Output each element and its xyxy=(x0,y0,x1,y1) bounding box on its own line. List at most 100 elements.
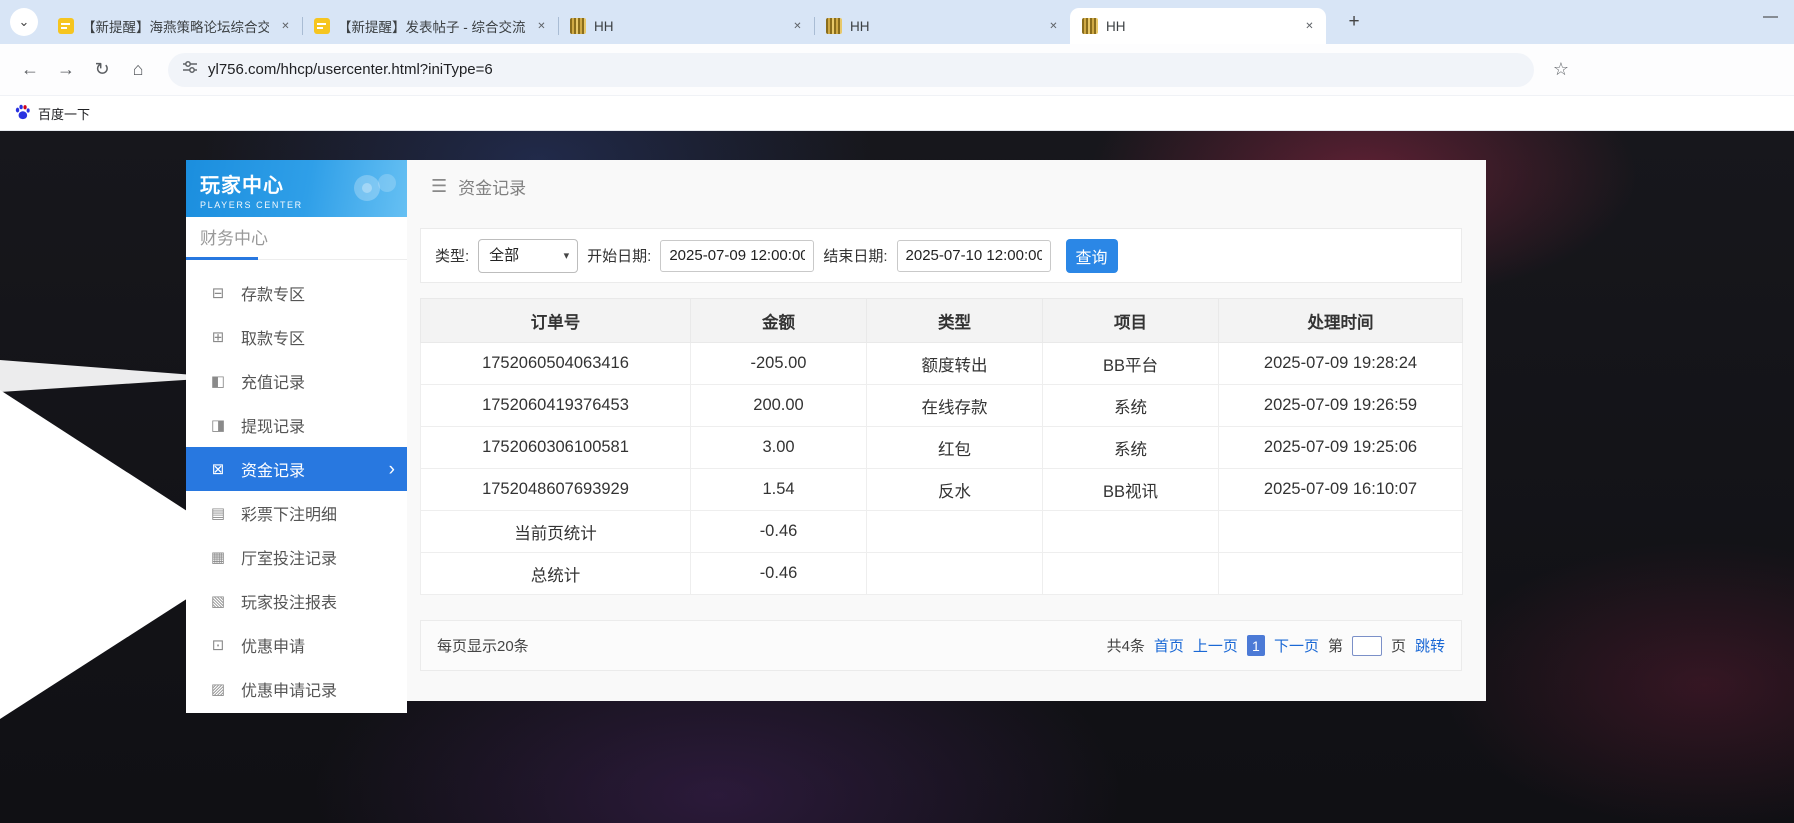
tab-close-icon[interactable]: ✕ xyxy=(1301,18,1318,35)
browser-window: ⌄ 【新提醒】海燕策略论坛综合交 ✕ 【新提醒】发表帖子 - 综合交流 ✕ HH… xyxy=(0,0,1794,823)
cell-summary-label: 总统计 xyxy=(421,553,691,595)
jump-page-input[interactable] xyxy=(1352,636,1382,656)
sidebar-item-lottery-bet-detail[interactable]: ▤ 彩票下注明细 xyxy=(186,491,407,535)
sidebar-item-hall-bet-record[interactable]: ▦ 厅室投注记录 xyxy=(186,535,407,579)
sidebar-item-fund-record[interactable]: ⊠ 资金记录 › xyxy=(186,447,407,491)
tab-search-button[interactable]: ⌄ xyxy=(10,8,38,36)
sidebar-item-label: 彩票下注明细 xyxy=(241,501,337,525)
tab-close-icon[interactable]: ✕ xyxy=(277,18,294,35)
browser-tab[interactable]: 【新提醒】海燕策略论坛综合交 ✕ xyxy=(46,8,302,44)
minimize-button[interactable]: — xyxy=(1763,8,1778,25)
cell-time: 2025-07-09 16:10:07 xyxy=(1219,469,1463,511)
records-table: 订单号 金额 类型 项目 处理时间 1752060504063416 -205.… xyxy=(420,298,1463,595)
cell-project: 系统 xyxy=(1043,385,1219,427)
address-bar[interactable]: yl756.com/hhcp/usercenter.html?iniType=6 xyxy=(168,53,1534,87)
url-text: yl756.com/hhcp/usercenter.html?iniType=6 xyxy=(208,61,493,78)
jump-button[interactable]: 跳转 xyxy=(1415,635,1445,656)
start-date-input[interactable] xyxy=(660,240,814,272)
hh-favicon-icon xyxy=(570,18,586,34)
search-button[interactable]: 查询 xyxy=(1066,239,1118,273)
bookmark-item-baidu[interactable]: 百度一下 xyxy=(14,103,90,123)
site-settings-icon[interactable] xyxy=(182,59,198,80)
page-size-text: 每页显示20条 xyxy=(437,635,529,656)
tab-title: 【新提醒】发表帖子 - 综合交流 xyxy=(338,16,525,36)
table-row: 1752048607693929 1.54 反水 BB视讯 2025-07-09… xyxy=(421,469,1463,511)
current-page[interactable]: 1 xyxy=(1247,635,1265,656)
cell-time: 2025-07-09 19:28:24 xyxy=(1219,343,1463,385)
pagination-bar: 每页显示20条 共4条 首页 上一页 1 下一页 第 页 跳转 xyxy=(420,620,1462,671)
browser-tab[interactable]: HH ✕ xyxy=(814,8,1070,44)
cell-project: BB平台 xyxy=(1043,343,1219,385)
sidebar-item-recharge-record[interactable]: ◧ 充值记录 xyxy=(186,359,407,403)
type-select[interactable]: 全部 xyxy=(478,239,578,273)
table-row: 1752060419376453 200.00 在线存款 系统 2025-07-… xyxy=(421,385,1463,427)
sidebar-item-promo-apply[interactable]: ⊡ 优惠申请 xyxy=(186,623,407,667)
page-header: ☰ 资金记录 xyxy=(407,160,1486,212)
jump-prefix-label: 第 xyxy=(1328,635,1343,656)
total-count: 共4条 xyxy=(1107,635,1145,656)
end-date-input[interactable] xyxy=(897,240,1051,272)
jump-suffix-label: 页 xyxy=(1391,635,1406,656)
sidebar-item-label: 优惠申请记录 xyxy=(241,677,337,701)
tab-title: HH xyxy=(1106,19,1293,34)
sidebar-menu: ⊟ 存款专区 ⊞ 取款专区 ◧ 充值记录 ◨ 提现记录 ⊠ 资金记录 xyxy=(186,260,407,711)
tabs-container: 【新提醒】海燕策略论坛综合交 ✕ 【新提醒】发表帖子 - 综合交流 ✕ HH ✕… xyxy=(46,0,1326,44)
sidebar-item-promo-apply-record[interactable]: ▨ 优惠申请记录 xyxy=(186,667,407,711)
sidebar-item-player-bet-report[interactable]: ▧ 玩家投注报表 xyxy=(186,579,407,623)
col-time: 处理时间 xyxy=(1219,299,1463,343)
cell-time: 2025-07-09 19:26:59 xyxy=(1219,385,1463,427)
tab-close-icon[interactable]: ✕ xyxy=(789,18,806,35)
col-type: 类型 xyxy=(867,299,1043,343)
cell-type: 反水 xyxy=(867,469,1043,511)
cell-amount: -205.00 xyxy=(691,343,867,385)
table-row-page-summary: 当前页统计 -0.46 xyxy=(421,511,1463,553)
hh-favicon-icon xyxy=(826,18,842,34)
table-row-total-summary: 总统计 -0.46 xyxy=(421,553,1463,595)
bookmark-label: 百度一下 xyxy=(38,104,90,123)
tab-close-icon[interactable]: ✕ xyxy=(533,18,550,35)
cell-amount: 3.00 xyxy=(691,427,867,469)
next-page-link[interactable]: 下一页 xyxy=(1274,635,1319,656)
bookmark-star-icon[interactable]: ☆ xyxy=(1546,55,1576,85)
sidebar-item-label: 资金记录 xyxy=(241,457,305,481)
sidebar-item-label: 厅室投注记录 xyxy=(241,545,337,569)
forward-button[interactable]: → xyxy=(48,52,84,88)
baidu-icon xyxy=(14,103,31,123)
col-project: 项目 xyxy=(1043,299,1219,343)
cell-type: 在线存款 xyxy=(867,385,1043,427)
sidebar-item-label: 存款专区 xyxy=(241,281,305,305)
tab-strip: ⌄ 【新提醒】海燕策略论坛综合交 ✕ 【新提醒】发表帖子 - 综合交流 ✕ HH… xyxy=(0,0,1794,44)
sidebar-item-deposit[interactable]: ⊟ 存款专区 xyxy=(186,271,407,315)
reload-button[interactable]: ↻ xyxy=(84,52,120,88)
bookmarks-bar: 百度一下 xyxy=(0,95,1794,131)
sidebar-item-withdrawal-record[interactable]: ◨ 提现记录 xyxy=(186,403,407,447)
browser-toolbar: ← → ↻ ⌂ yl756.com/hhcp/usercenter.html?i… xyxy=(0,44,1794,95)
withdraw-icon: ⊞ xyxy=(208,328,228,346)
new-tab-button[interactable]: + xyxy=(1340,8,1368,36)
chevron-right-icon: › xyxy=(389,460,395,479)
bet-report-icon: ▧ xyxy=(208,592,228,610)
first-page-link[interactable]: 首页 xyxy=(1154,635,1184,656)
sidebar-item-label: 充值记录 xyxy=(241,369,305,393)
hall-bet-icon: ▦ xyxy=(208,548,228,566)
back-button[interactable]: ← xyxy=(12,52,48,88)
browser-tab[interactable]: 【新提醒】发表帖子 - 综合交流 ✕ xyxy=(302,8,558,44)
browser-tab-active[interactable]: HH ✕ xyxy=(1070,8,1326,44)
sidebar-item-withdraw[interactable]: ⊞ 取款专区 xyxy=(186,315,407,359)
sidebar: 玩家中心 PLAYERS CENTER 财务中心 ⊟ 存款专区 ⊞ 取款专区 ◧ xyxy=(186,160,407,713)
sidebar-item-label: 玩家投注报表 xyxy=(241,589,337,613)
home-button[interactable]: ⌂ xyxy=(120,52,156,88)
cell-project: BB视讯 xyxy=(1043,469,1219,511)
cell-project: 系统 xyxy=(1043,427,1219,469)
prev-page-link[interactable]: 上一页 xyxy=(1193,635,1238,656)
lottery-bet-icon: ▤ xyxy=(208,504,228,522)
cell-amount: 200.00 xyxy=(691,385,867,427)
recharge-icon: ◧ xyxy=(208,372,228,390)
browser-tab[interactable]: HH ✕ xyxy=(558,8,814,44)
cell-amount: -0.46 xyxy=(691,511,867,553)
cell-time: 2025-07-09 19:25:06 xyxy=(1219,427,1463,469)
sidebar-item-label: 提现记录 xyxy=(241,413,305,437)
tab-close-icon[interactable]: ✕ xyxy=(1045,18,1062,35)
table-header-row: 订单号 金额 类型 项目 处理时间 xyxy=(421,299,1463,343)
cell-type: 额度转出 xyxy=(867,343,1043,385)
